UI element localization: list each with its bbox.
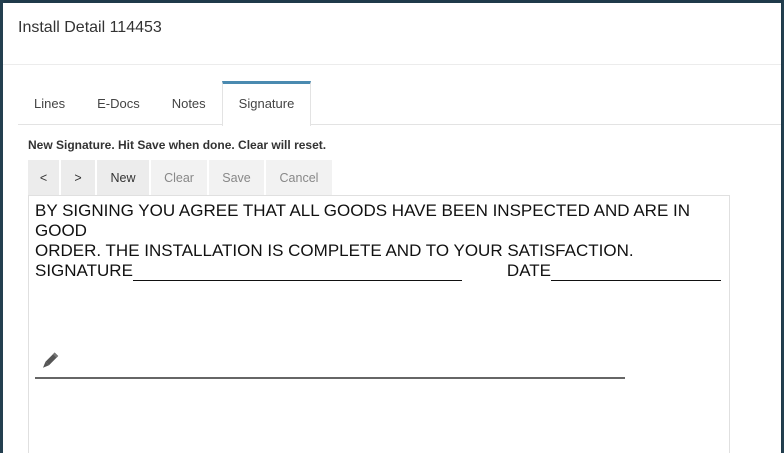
dialog-title: Install Detail 114453 (18, 19, 162, 36)
tab-signature[interactable]: Signature (221, 81, 312, 126)
previous-button[interactable]: < (28, 160, 59, 195)
tab-notes[interactable]: Notes (156, 81, 222, 125)
agreement-line-2: ORDER. THE INSTALLATION IS COMPLETE AND … (35, 241, 634, 260)
install-detail-dialog: Install Detail 114453 Lines E-Docs Notes… (3, 3, 781, 453)
tab-e-docs[interactable]: E-Docs (81, 81, 156, 125)
next-button[interactable]: > (61, 160, 95, 195)
pencil-icon (42, 352, 59, 368)
signature-toolbar: < > New Clear Save Cancel (28, 160, 332, 195)
signature-pad[interactable]: BY SIGNING YOU AGREE THAT ALL GOODS HAVE… (28, 195, 730, 453)
signature-date-row: SIGNATURE DATE (35, 261, 730, 281)
save-button[interactable]: Save (209, 160, 264, 195)
clear-button[interactable]: Clear (151, 160, 207, 195)
signature-label: SIGNATURE (35, 261, 133, 280)
signature-instructions: New Signature. Hit Save when done. Clear… (28, 138, 327, 152)
agreement-text: BY SIGNING YOU AGREE THAT ALL GOODS HAVE… (35, 201, 730, 281)
tab-bar: Lines E-Docs Notes Signature (18, 81, 781, 126)
date-blank (551, 265, 721, 281)
signature-baseline (35, 377, 625, 379)
date-label: DATE (506, 261, 551, 280)
cancel-button[interactable]: Cancel (266, 160, 332, 195)
agreement-line-1: BY SIGNING YOU AGREE THAT ALL GOODS HAVE… (35, 201, 691, 240)
dialog-header: Install Detail 114453 (3, 3, 781, 65)
signature-blank (132, 265, 462, 281)
tab-lines[interactable]: Lines (18, 81, 81, 125)
new-button[interactable]: New (97, 160, 149, 195)
